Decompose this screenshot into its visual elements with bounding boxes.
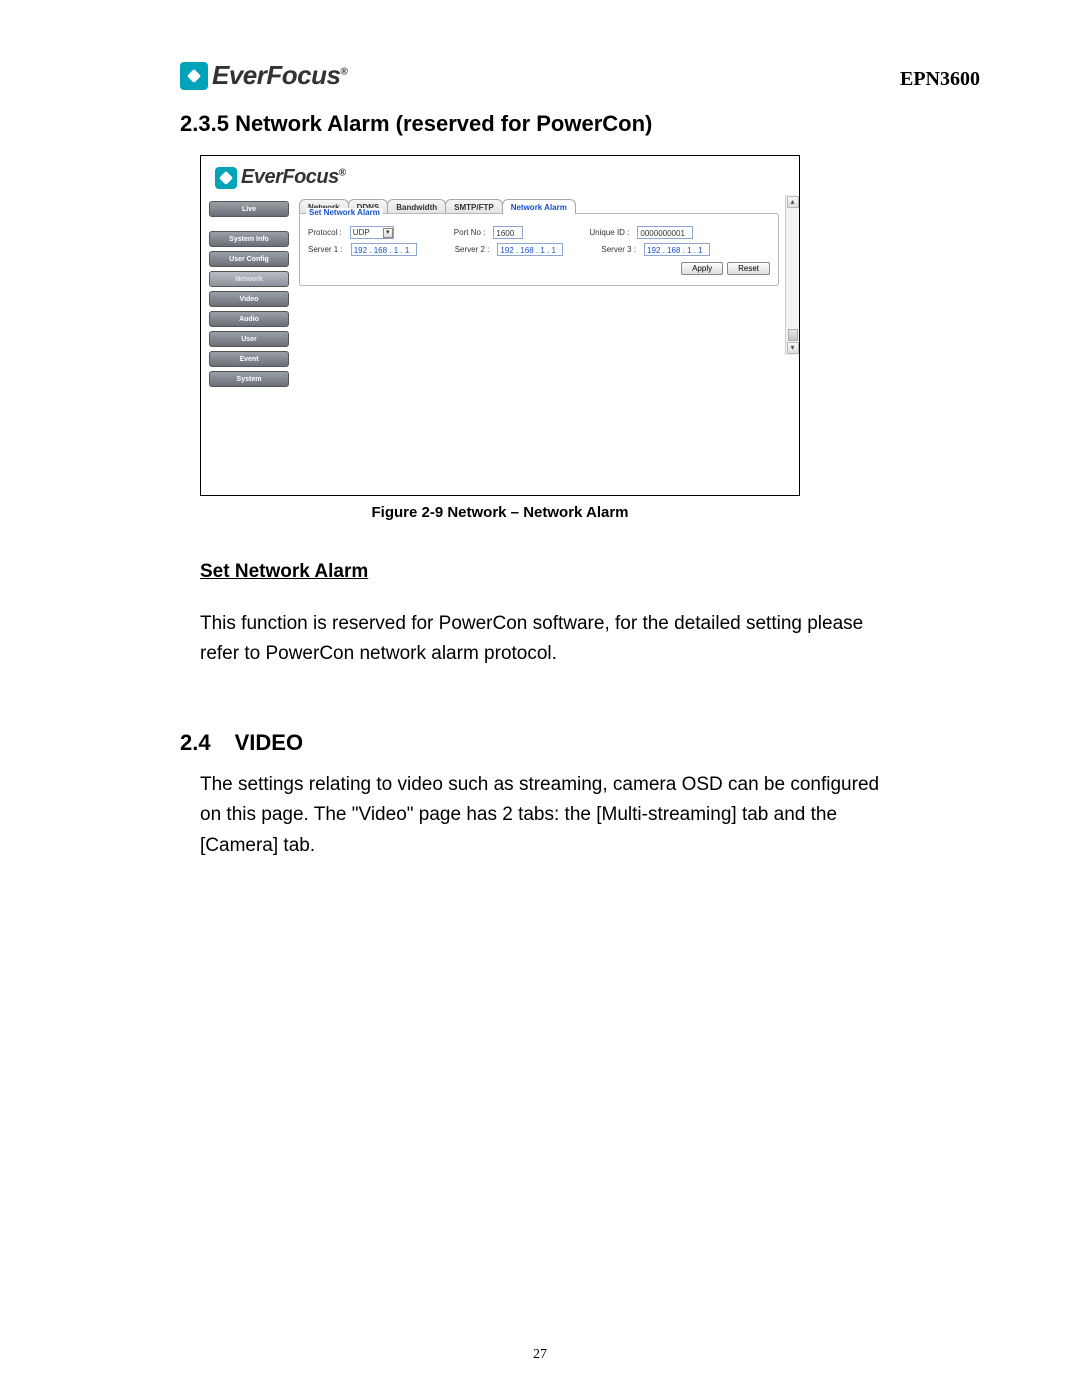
sidebar-item-systeminfo[interactable]: System Info	[209, 231, 289, 247]
sidebar-item-audio[interactable]: Audio	[209, 311, 289, 327]
brand-logo: EverFocus®	[180, 60, 347, 91]
scroll-up-icon[interactable]: ▴	[787, 196, 799, 208]
sidebar-item-network[interactable]: Network	[209, 271, 289, 287]
reset-button[interactable]: Reset	[727, 262, 770, 275]
screenshot-figure: EverFocus® Live System Info User Config …	[200, 155, 800, 496]
body-paragraph-2: The settings relating to video such as s…	[200, 770, 900, 861]
sidebar-item-event[interactable]: Event	[209, 351, 289, 367]
set-network-alarm-fieldset: Set Network Alarm Protocol : UDP ▾ Port …	[299, 213, 779, 286]
server3-label: Server 3 :	[601, 245, 636, 254]
server3-input[interactable]: 192 . 168 . 1 . 1	[644, 243, 710, 256]
server1-input[interactable]: 192 . 168 . 1 . 1	[351, 243, 417, 256]
server2-label: Server 2 :	[455, 245, 490, 254]
screenshot-brand-logo: EverFocus®	[201, 156, 799, 195]
protocol-value: UDP	[353, 227, 370, 238]
uniqueid-input[interactable]: 0000000001	[637, 226, 693, 239]
scroll-thumb[interactable]	[788, 329, 798, 341]
protocol-select[interactable]: UDP ▾	[350, 226, 394, 239]
server2-input[interactable]: 192 . 168 . 1 . 1	[497, 243, 563, 256]
brand-name: EverFocus®	[241, 166, 346, 189]
portno-label: Port No :	[454, 228, 486, 237]
section-title: Network Alarm (reserved for PowerCon)	[235, 111, 652, 136]
section-number: 2.4	[180, 730, 211, 755]
tab-smtpftp[interactable]: SMTP/FTP	[445, 199, 503, 214]
chevron-down-icon: ▾	[383, 228, 393, 238]
sidebar-nav: Live System Info User Config Network Vid…	[209, 195, 289, 387]
fieldset-legend: Set Network Alarm	[306, 208, 383, 217]
vertical-scrollbar[interactable]: ▴ ▾	[785, 195, 799, 355]
portno-input[interactable]: 1600	[493, 226, 523, 239]
tab-network-alarm[interactable]: Network Alarm	[502, 199, 576, 214]
sidebar-item-live[interactable]: Live	[209, 201, 289, 217]
protocol-label: Protocol :	[308, 228, 342, 237]
body-paragraph-1: This function is reserved for PowerCon s…	[200, 609, 900, 670]
brand-logo-icon	[215, 167, 237, 189]
model-number: EPN3600	[900, 68, 980, 91]
section-heading-24: 2.4 VIDEO	[180, 730, 980, 756]
sidebar-item-user[interactable]: User	[209, 331, 289, 347]
server1-label: Server 1 :	[308, 245, 343, 254]
section-title: VIDEO	[235, 730, 303, 755]
scroll-down-icon[interactable]: ▾	[787, 342, 799, 354]
tab-bandwidth[interactable]: Bandwidth	[387, 199, 446, 214]
figure-caption: Figure 2-9 Network – Network Alarm	[200, 504, 800, 521]
brand-logo-icon	[180, 62, 208, 90]
page-number: 27	[0, 1347, 1080, 1363]
section-heading-235: 2.3.5 Network Alarm (reserved for PowerC…	[180, 111, 980, 137]
section-number: 2.3.5	[180, 111, 229, 136]
subsection-heading: Set Network Alarm	[200, 561, 980, 583]
apply-button[interactable]: Apply	[681, 262, 723, 275]
sidebar-item-userconfig[interactable]: User Config	[209, 251, 289, 267]
sidebar-item-video[interactable]: Video	[209, 291, 289, 307]
main-panel: Network DDNS Bandwidth SMTP/FTP Network …	[289, 195, 785, 290]
page-header: EverFocus® EPN3600	[180, 60, 980, 91]
uniqueid-label: Unique ID :	[589, 228, 629, 237]
brand-name: EverFocus®	[212, 60, 347, 91]
sidebar-item-system[interactable]: System	[209, 371, 289, 387]
